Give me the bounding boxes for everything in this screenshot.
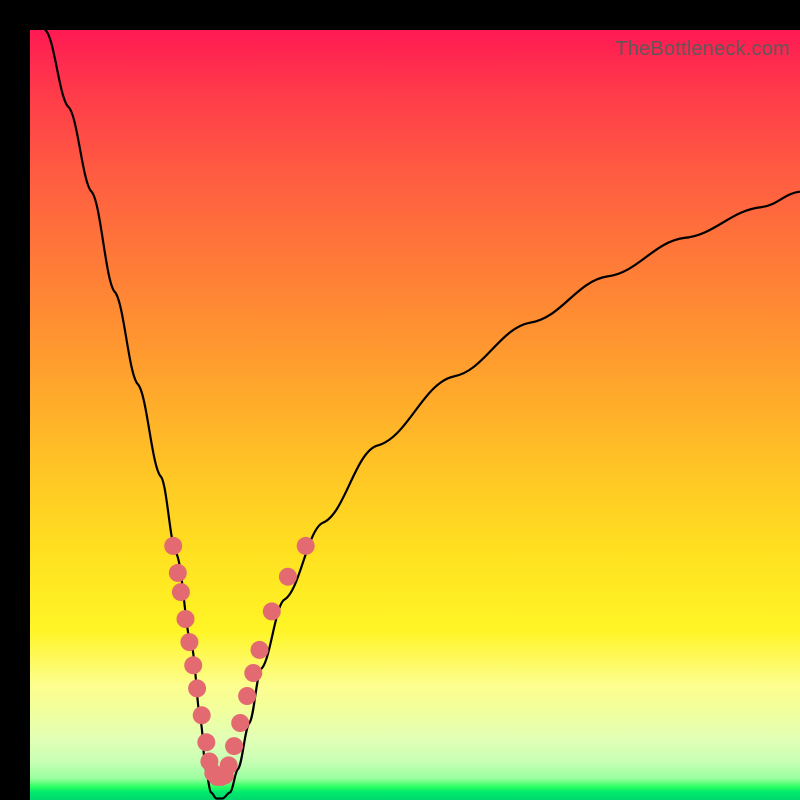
sample-dot	[184, 656, 202, 674]
sample-dot	[297, 537, 315, 555]
bottleneck-curve	[45, 30, 800, 799]
sample-dot	[169, 564, 187, 582]
sample-dot	[188, 679, 206, 697]
sample-dot	[279, 568, 297, 586]
sample-dot	[225, 737, 243, 755]
sample-dot	[197, 733, 215, 751]
sample-dot	[263, 602, 281, 620]
sample-dot	[172, 583, 190, 601]
sample-dot	[244, 664, 262, 682]
sample-dot	[193, 706, 211, 724]
sample-dot	[251, 641, 269, 659]
dot-group	[164, 537, 315, 786]
sample-dot	[231, 714, 249, 732]
sample-dot	[177, 610, 195, 628]
curve-svg	[30, 30, 800, 800]
sample-dot	[180, 633, 198, 651]
chart-frame: TheBottleneck.com	[0, 0, 800, 800]
plot-area: TheBottleneck.com	[30, 30, 800, 800]
sample-dot	[220, 756, 238, 774]
sample-dot	[164, 537, 182, 555]
sample-dot	[238, 687, 256, 705]
